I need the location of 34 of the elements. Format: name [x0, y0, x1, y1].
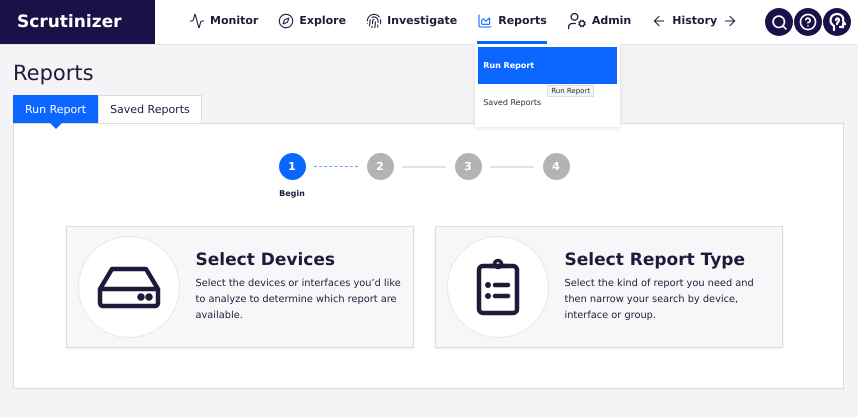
pulse-icon: [189, 12, 205, 28]
step-indicator: 2: [366, 153, 394, 180]
step-indicator: 3: [454, 153, 482, 180]
drive-icon: [96, 265, 160, 309]
help-button[interactable]: [794, 8, 822, 36]
option-card[interactable]: Select Report Type Select the kind of report you need and then narrow your search by device, interface or group.: [434, 226, 782, 348]
step-indicator: 1: [278, 153, 306, 180]
nav-item[interactable]: Admin: [566, 0, 632, 44]
search-button[interactable]: [765, 8, 793, 36]
search-icon: [770, 14, 788, 30]
step-label: Begin: [279, 189, 305, 198]
nav-item[interactable]: Investigate: [366, 0, 458, 44]
nav-item[interactable]: Explore: [278, 0, 346, 44]
nav-item[interactable]: History: [651, 0, 738, 44]
step-indicator: 4: [542, 153, 570, 180]
card-description: Select the devices or interfaces you’d like to analyze to determine which report are available.: [196, 277, 402, 323]
fingerprint-icon: [366, 12, 382, 28]
help-icon: [799, 13, 817, 31]
option-card[interactable]: Select Devices Select the devices or interfaces you’d like to analyze to determine which report are available.: [66, 226, 414, 348]
page-title: Reports: [13, 61, 94, 85]
card-title: Select Report Type: [564, 250, 746, 270]
menu-item[interactable]: Run Report: [478, 47, 618, 84]
nav-item[interactable]: Monitor: [189, 0, 258, 44]
card-description: Select the kind of report you need and then narrow your search by device, interface or group.: [564, 277, 755, 323]
brand-logo[interactable]: Scrutinizer: [0, 0, 155, 44]
profile-button[interactable]: [823, 8, 851, 36]
compass-icon: [278, 12, 294, 28]
card-title: Select Devices: [196, 250, 336, 270]
area-chart-icon: [477, 12, 494, 28]
menu-item[interactable]: Saved Reports: [478, 84, 546, 111]
user-gear-icon: [566, 10, 587, 30]
tab[interactable]: Saved Reports: [98, 95, 202, 123]
head-icon: [828, 12, 846, 32]
clipboard-icon: [476, 258, 520, 316]
